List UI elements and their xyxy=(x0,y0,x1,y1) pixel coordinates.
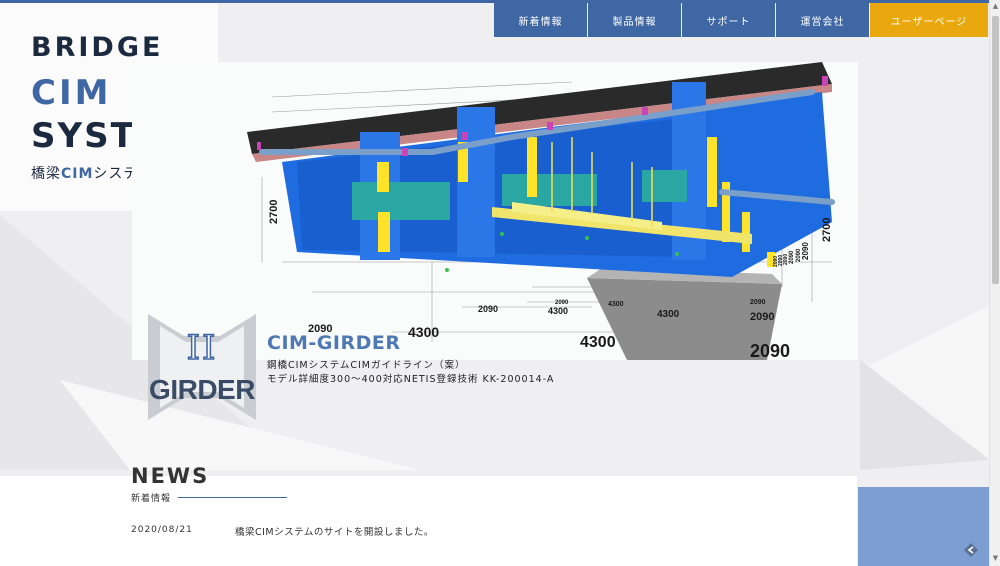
news-item-link[interactable]: 橋梁CIMシステムのサイトを開設しました。 xyxy=(235,524,434,538)
main-nav: 新着情報 製品情報 サポート 運営会社 ユーザーページ xyxy=(494,3,988,37)
dim-label: 2090 xyxy=(750,341,790,360)
dim-label: 2700 xyxy=(821,218,833,242)
news-subheading: 新着情報 xyxy=(131,494,172,504)
nav-support[interactable]: サポート xyxy=(682,3,775,37)
logo-subtitle-prefix: 橋梁 xyxy=(31,166,61,182)
dim-label: 2700 xyxy=(268,200,280,224)
news-item-date: 2020/08/21 xyxy=(131,525,193,535)
dim-label: 2090 xyxy=(478,304,498,314)
nav-news[interactable]: 新着情報 xyxy=(494,3,587,37)
dim-label: 2090 xyxy=(789,250,795,264)
girder-product-badge[interactable]: II GIRDER xyxy=(148,314,256,420)
page-scrollbar[interactable]: ▲ ▼ xyxy=(989,0,1000,566)
dim-label: 2090 xyxy=(796,248,802,262)
dim-label: 4300 xyxy=(408,324,439,340)
news-heading: NEWS xyxy=(131,464,210,488)
logo-text-cim: CIM xyxy=(31,73,112,113)
dim-label: 2090 xyxy=(750,299,766,306)
scroll-down-arrow-icon[interactable]: ▼ xyxy=(991,554,1000,563)
dim-label: 4300 xyxy=(608,301,624,308)
dim-label: 4300 xyxy=(548,306,568,316)
dim-label: 2090 xyxy=(750,311,774,323)
badge-roman-numeral: II xyxy=(186,327,218,369)
nav-products[interactable]: 製品情報 xyxy=(588,3,681,37)
news-heading-underline xyxy=(178,497,287,498)
nav-user-page[interactable]: ユーザーページ xyxy=(870,3,988,37)
badge-word: GIRDER xyxy=(149,374,255,405)
dim-label: 4300 xyxy=(580,334,616,351)
diamond-arrow-icon xyxy=(964,543,978,557)
news-section xyxy=(0,476,857,566)
dim-label: 2090 xyxy=(773,256,779,267)
logo-subtitle-cim: CIM xyxy=(61,166,94,182)
dim-label: 2090 xyxy=(801,242,810,260)
back-to-top-button[interactable] xyxy=(962,541,980,559)
product-description-1: 鋼橋CIMシステムCIMガイドライン（案） xyxy=(267,360,466,371)
product-description-2: モデル詳細度300～400対応NETIS登録技術 KK-200014-A xyxy=(267,374,555,385)
dim-label: 4300 xyxy=(657,309,680,320)
dim-label: 2090 xyxy=(555,300,569,306)
scrollbar-thumb[interactable] xyxy=(992,16,999,284)
scroll-up-arrow-icon[interactable]: ▲ xyxy=(991,2,1000,11)
logo-text-bridge: BRIDGE xyxy=(31,32,164,63)
nav-company[interactable]: 運営会社 xyxy=(776,3,869,37)
product-title[interactable]: CIM-GIRDER xyxy=(267,332,400,354)
